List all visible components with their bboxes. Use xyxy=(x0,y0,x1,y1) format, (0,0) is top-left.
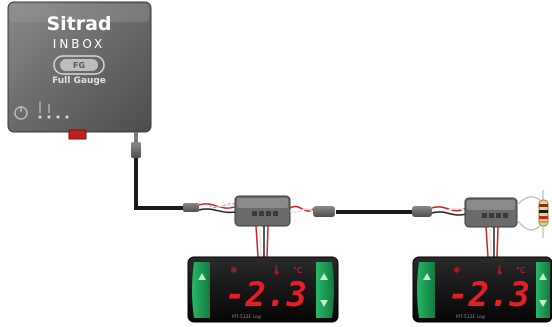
up-button-left-2[interactable] xyxy=(417,262,435,318)
controller-2: ❄ 🌡 °C -2.3 MT-512E Log xyxy=(412,256,552,323)
gateway-logo-text: Full Gauge xyxy=(52,76,106,86)
up-button-left[interactable] xyxy=(192,262,210,318)
controller-1-unit: °C xyxy=(293,266,303,275)
set-button-right-2[interactable] xyxy=(536,262,550,318)
controller-1-model: MT-512E Log xyxy=(232,314,261,320)
controller-2-model: MT-512E Log xyxy=(456,314,485,320)
gateway-model: INBOX xyxy=(53,37,105,51)
network-diagram: Sitrad INBOX FG Full Gauge ❄ 🌡 °C -2.3 M… xyxy=(7,1,552,323)
gateway-brand: Sitrad xyxy=(46,13,111,35)
controller-2-unit: °C xyxy=(516,266,526,275)
termination-resistor-icon xyxy=(516,190,549,238)
gateway-red-connector xyxy=(68,129,87,140)
controller-1: ❄ 🌡 °C -2.3 MT-512E Log xyxy=(187,256,339,323)
interface-module-1 xyxy=(183,195,335,258)
controller-2-display: -2.3 xyxy=(448,275,530,315)
interface-module-2 xyxy=(412,190,549,258)
set-button-right[interactable] xyxy=(316,262,334,318)
sitrad-inbox-gateway: Sitrad INBOX FG Full Gauge xyxy=(7,1,152,140)
controller-1-display: -2.3 xyxy=(225,275,307,315)
svg-text:FG: FG xyxy=(73,61,85,70)
